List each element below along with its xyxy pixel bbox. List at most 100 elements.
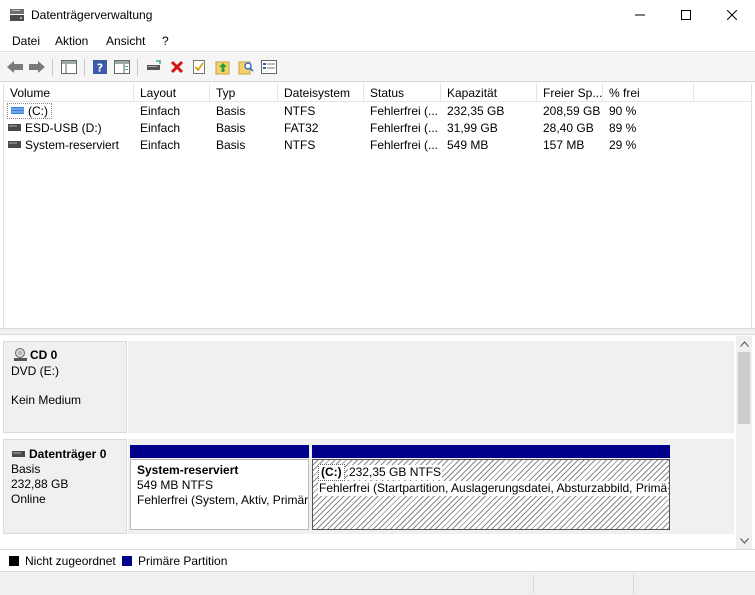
toolbar-separator	[52, 59, 53, 76]
folder-up-button[interactable]	[213, 57, 233, 77]
disk-size: 232,88 GB	[11, 477, 69, 491]
column-header-kapazitaet[interactable]: Kapazität	[441, 84, 537, 102]
minimize-button[interactable]	[617, 0, 663, 30]
partition-size: 232,35 GB NTFS	[348, 465, 443, 480]
properties-button[interactable]	[189, 57, 209, 77]
window-title: Datenträgerverwaltung	[31, 8, 153, 22]
volume-icon	[8, 124, 21, 132]
column-header-dateisystem[interactable]: Dateisystem	[278, 84, 364, 102]
connect-drive-button[interactable]	[144, 57, 164, 77]
close-button[interactable]	[709, 0, 755, 30]
disk-label-cd0[interactable]: CD 0 DVD (E:) Kein Medium	[3, 341, 127, 433]
console-tree-button[interactable]	[59, 57, 79, 77]
freier-speicher-cell: 28,40 GB	[543, 121, 594, 135]
disk-type: Basis	[11, 462, 41, 476]
dateisystem-cell: NTFS	[284, 104, 316, 118]
partition-c[interactable]: (C:) 232,35 GB NTFS Fehlerfrei (Startpar…	[312, 459, 670, 530]
toolbar-separator	[84, 59, 85, 76]
scroll-thumb[interactable]	[738, 352, 750, 424]
column-header-prozent-frei[interactable]: % frei	[603, 84, 694, 102]
column-header-status[interactable]: Status	[364, 84, 441, 102]
delete-button[interactable]	[167, 57, 187, 77]
cd-medium-status: Kein Medium	[11, 393, 82, 407]
delete-icon	[170, 60, 184, 74]
action-pane-button[interactable]	[112, 57, 132, 77]
table-row[interactable]: (C:) Einfach Basis NTFS Fehlerfrei (... …	[4, 103, 753, 120]
action-pane-icon	[114, 60, 130, 74]
toolbar: ?	[0, 53, 755, 82]
folder-up-icon	[215, 61, 230, 75]
primary-partition-bar	[312, 445, 670, 458]
legend-bar: Nicht zugeordnet Primäre Partition	[0, 549, 755, 571]
table-row[interactable]: System-reserviert Einfach Basis NTFS Feh…	[4, 137, 753, 154]
disk-name-cd0: CD 0	[30, 348, 58, 362]
typ-cell: Basis	[216, 121, 246, 135]
scroll-down-button[interactable]	[736, 533, 752, 549]
freier-speicher-cell: 208,59 GB	[543, 104, 601, 118]
menu-ansicht[interactable]: Ansicht	[106, 34, 145, 48]
menu-help[interactable]: ?	[162, 34, 169, 48]
cd-drive-letter: DVD (E:)	[11, 364, 59, 378]
prozent-frei-cell: 29 %	[609, 138, 637, 152]
maximize-icon	[681, 10, 691, 20]
partition-name: (C:)	[318, 464, 345, 481]
console-tree-icon	[61, 60, 77, 74]
partition-name: System-reserviert	[137, 463, 239, 477]
scroll-up-button[interactable]	[736, 336, 752, 352]
selected-volume-cell: (C:)	[7, 103, 52, 119]
help-button[interactable]: ?	[90, 57, 110, 77]
find-icon	[238, 61, 254, 75]
chevron-down-icon	[739, 538, 749, 544]
partition-status: Fehlerfrei (Startpartition, Auslagerungs…	[318, 481, 669, 496]
dateisystem-cell: NTFS	[284, 138, 316, 152]
column-header-volume[interactable]: Volume	[4, 84, 134, 102]
close-icon	[727, 10, 737, 20]
freier-speicher-cell: 157 MB	[543, 138, 585, 152]
column-header-typ[interactable]: Typ	[210, 84, 278, 102]
dateisystem-cell: FAT32	[284, 121, 319, 135]
cd-drive-icon	[14, 348, 27, 361]
maximize-button[interactable]	[663, 0, 709, 30]
back-button[interactable]	[5, 57, 25, 77]
kapazitaet-cell: 232,35 GB	[447, 104, 505, 118]
column-header-layout[interactable]: Layout	[134, 84, 210, 102]
kapazitaet-cell: 549 MB	[447, 138, 489, 152]
chevron-up-icon	[739, 341, 749, 347]
disk-online-status: Online	[11, 492, 46, 506]
disk-name-disk0: Datenträger 0	[29, 447, 107, 461]
disk-label-disk0[interactable]: Datenträger 0 Basis 232,88 GB Online	[3, 439, 127, 534]
properties-icon	[193, 60, 205, 74]
svg-text:?: ?	[97, 62, 103, 75]
layout-cell: Einfach	[140, 104, 181, 118]
partition-size: 549 MB NTFS	[137, 478, 214, 492]
partition-system-reserviert[interactable]: System-reserviert 549 MB NTFS Fehlerfrei…	[130, 459, 309, 530]
prozent-frei-cell: 89 %	[609, 121, 637, 135]
layout-cell: Einfach	[140, 121, 181, 135]
find-button[interactable]	[236, 57, 256, 77]
primary-partition-bar	[130, 445, 309, 458]
volume-name: ESD-USB (D:)	[25, 121, 102, 135]
graph-vertical-scrollbar[interactable]	[736, 336, 752, 549]
list-view-button[interactable]	[259, 57, 279, 77]
status-bar	[0, 571, 755, 595]
status-panel	[633, 574, 753, 594]
table-row[interactable]: ESD-USB (D:) Einfach Basis FAT32 Fehlerf…	[4, 120, 753, 137]
connect-drive-icon	[147, 60, 161, 70]
status-cell: Fehlerfrei (...	[370, 121, 439, 135]
legend-swatch-primary	[122, 556, 132, 566]
menu-aktion[interactable]: Aktion	[55, 34, 88, 48]
help-icon: ?	[93, 60, 107, 75]
volume-list: Volume Layout Typ Dateisystem Status Kap…	[3, 84, 753, 328]
volume-name: (C:)	[28, 104, 48, 118]
cd0-empty-space	[128, 341, 734, 433]
column-header-freier-speicher[interactable]: Freier Sp...	[537, 84, 603, 102]
menu-bar: Datei Aktion Ansicht ?	[0, 30, 755, 52]
status-cell: Fehlerfrei (...	[370, 104, 439, 118]
pane-splitter[interactable]	[0, 328, 755, 335]
menu-datei[interactable]: Datei	[12, 34, 40, 48]
forward-button[interactable]	[27, 57, 47, 77]
kapazitaet-cell: 31,99 GB	[447, 121, 498, 135]
list-view-icon	[261, 60, 277, 74]
title-bar: Datenträgerverwaltung	[0, 0, 755, 30]
forward-arrow-icon	[29, 61, 45, 73]
